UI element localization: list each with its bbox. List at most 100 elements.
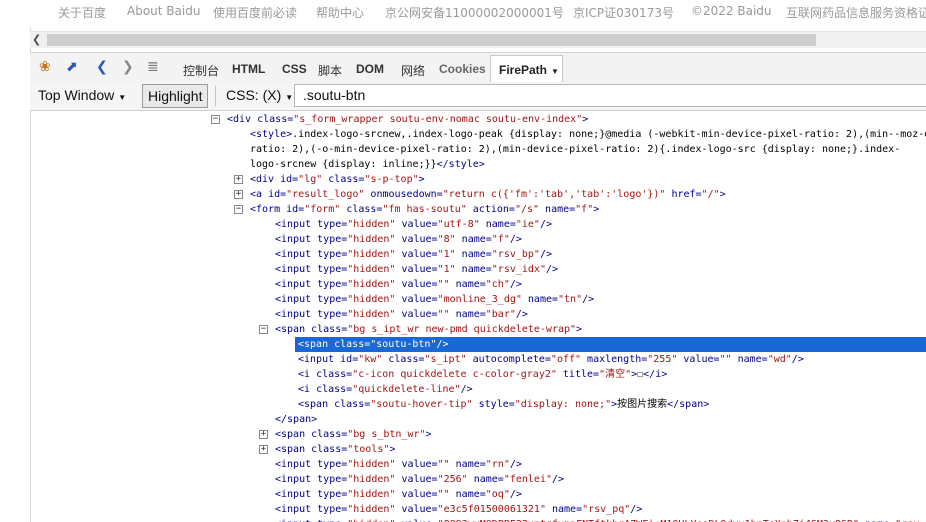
footer-link-beian[interactable]: 京公网安备11000002000001号 [385,4,564,21]
code-token: "lg" [298,174,323,185]
code-token: "e3c5f01500061321" [437,504,546,515]
code-token: onmousedown= [364,189,443,200]
footer-link-terms[interactable]: 使用百度前必读 [213,4,297,21]
code-token: id= [268,189,287,200]
html-node-row[interactable]: <input type="hidden" value="e3c5f0150006… [275,502,642,517]
html-node-row[interactable]: <span class="soutu-hover-tip" style="dis… [298,397,709,412]
html-node-row[interactable]: <input type="hidden" value="1" name="rsv… [275,262,558,277]
code-token: <a [250,189,269,200]
html-node-row[interactable]: <div id="lg" class="s-p-top"> [250,172,425,187]
tab-cookies[interactable]: Cookies [439,62,486,76]
code-token: "8" [437,234,456,245]
tab-dom[interactable]: DOM [356,62,384,76]
footer-link-about[interactable]: 关于百度 [58,4,106,21]
footer-link-about-en[interactable]: About Baidu [127,4,200,18]
code-token: <input [275,474,318,485]
expand-icon[interactable]: + [259,430,268,439]
expand-icon[interactable]: + [234,175,243,184]
tab-script[interactable]: 脚本 [318,62,342,79]
code-token: > [418,174,425,185]
html-node-row[interactable]: <input type="hidden" value="" name="oq"/… [275,487,522,502]
html-node-row[interactable]: logo-srcnew {display: inline;}}</style> [250,157,485,172]
code-token: > [593,204,600,215]
tab-css[interactable]: CSS [282,62,307,76]
expand-icon[interactable]: + [259,445,268,454]
highlight-button[interactable]: Highlight [142,84,209,108]
html-node-row[interactable]: <form id="form" class="fm has-soutu" act… [250,202,599,217]
code-token: > [425,429,432,440]
html-node-row[interactable]: <span class="bg s_btn_wr"> [275,427,432,442]
tab-net[interactable]: 网络 [401,62,425,79]
scrollbar-thumb[interactable] [47,34,816,46]
code-token: <span [275,444,312,455]
code-token: class= [316,369,353,380]
code-token: > [582,114,589,125]
html-node-row[interactable]: <input type="hidden" value="" name="ch"/… [275,277,522,292]
html-node-row[interactable]: <input type="hidden" value="1" name="rsv… [275,247,552,262]
code-token: class= [322,174,365,185]
selector-type-select[interactable]: CSS: (X) ▼ [226,87,293,103]
code-token: "f" [491,234,510,245]
selector-input[interactable]: .soutu-btn [294,84,926,107]
code-token: > [576,324,583,335]
tab-firepath[interactable]: FirePath ▼ [490,55,563,82]
expand-icon[interactable]: + [234,190,243,199]
selector-type-label: CSS: (X) [226,87,282,103]
code-token: "bg s_btn_wr" [347,429,426,440]
code-token: "rn" [485,459,510,470]
html-node-row[interactable]: <input type="hidden" value="256" name="f… [275,472,564,487]
code-token: "hidden" [347,489,396,500]
code-token: 按图片搜索 [617,399,668,410]
code-token: /> [436,339,449,350]
back-icon[interactable]: ❮ [96,59,108,75]
html-node-row[interactable]: <input type="hidden" value="" name="rn"/… [275,457,522,472]
window-select[interactable]: Top Window ▼ [38,87,126,103]
code-token: "清空" [599,369,632,380]
code-token: "/" [701,189,720,200]
code-token: name= [449,279,486,290]
html-node-row[interactable]: <i class="c-icon quickdelete c-color-gra… [298,367,667,382]
html-node-row[interactable]: <input type="hidden" value="utf-8" name=… [275,217,552,232]
html-node-row[interactable]: <span class="bg s_ipt_wr new-pmd quickde… [275,322,582,337]
collapse-icon[interactable]: − [234,205,243,214]
html-node-row[interactable]: <input type="hidden" value="8893wyMODPBE… [275,517,926,522]
code-token: "form" [304,204,341,215]
code-token: "c-icon quickdelete c-color-gray2" [352,369,557,380]
html-node-row[interactable]: <input id="kw" class="s_ipt" autocomplet… [298,352,804,367]
html-node-row[interactable]: <input type="hidden" value="monline_3_dg… [275,292,594,307]
divider [215,86,216,106]
html-node-row[interactable]: <style>.index-logo-srcnew,.index-logo-pe… [250,127,926,142]
code-token: <input [275,489,318,500]
html-node-row[interactable]: <div class="s_form_wrapper soutu-env-nom… [227,112,588,127]
code-token: class= [334,339,371,350]
code-token: "tools" [347,444,390,455]
scroll-left-icon[interactable]: ❮ [32,33,41,46]
forward-icon[interactable]: ❯ [122,59,134,75]
tab-html[interactable]: HTML [232,62,265,76]
html-node-row[interactable]: <a id="result_logo" onmousedown="return … [250,187,726,202]
footer-link-help[interactable]: 帮助中心 [316,4,364,21]
html-node-row[interactable]: </span> [275,412,317,427]
html-node-row[interactable]: <input type="hidden" value="" name="bar"… [275,307,528,322]
html-node-row[interactable]: <input type="hidden" value="8" name="f"/… [275,232,522,247]
html-node-row[interactable]: <span class="tools"> [275,442,395,457]
inspect-element-icon[interactable]: ⬈ [66,59,78,75]
html-node-row[interactable]: ratio: 2),(-o-min-device-pixel-ratio: 2)… [250,142,900,157]
collapse-icon[interactable]: − [211,115,220,124]
tab-console[interactable]: 控制台 [183,62,219,79]
collapse-icon[interactable]: − [259,325,268,334]
command-line-icon[interactable]: ≣ [147,59,159,75]
horizontal-scrollbar[interactable]: ❮ [30,31,926,48]
firebug-icon[interactable]: ❀ [39,59,51,75]
footer-link-license[interactable]: 互联网药品信息服务资格证 [786,4,926,21]
html-node-row[interactable]: <i class="quickdelete-line"/> [298,382,473,397]
selected-node-row[interactable]: <span class="soutu-btn"/> [295,337,926,352]
code-token: type= [317,249,348,260]
code-token: /> [552,474,565,485]
code-token: <input [298,354,341,365]
code-token: value= [395,249,438,260]
footer-link-icp[interactable]: 京ICP证030173号 [573,4,674,21]
code-token: /> [630,504,643,515]
code-token: <div [227,114,258,125]
code-token: "s_ipt" [424,354,467,365]
